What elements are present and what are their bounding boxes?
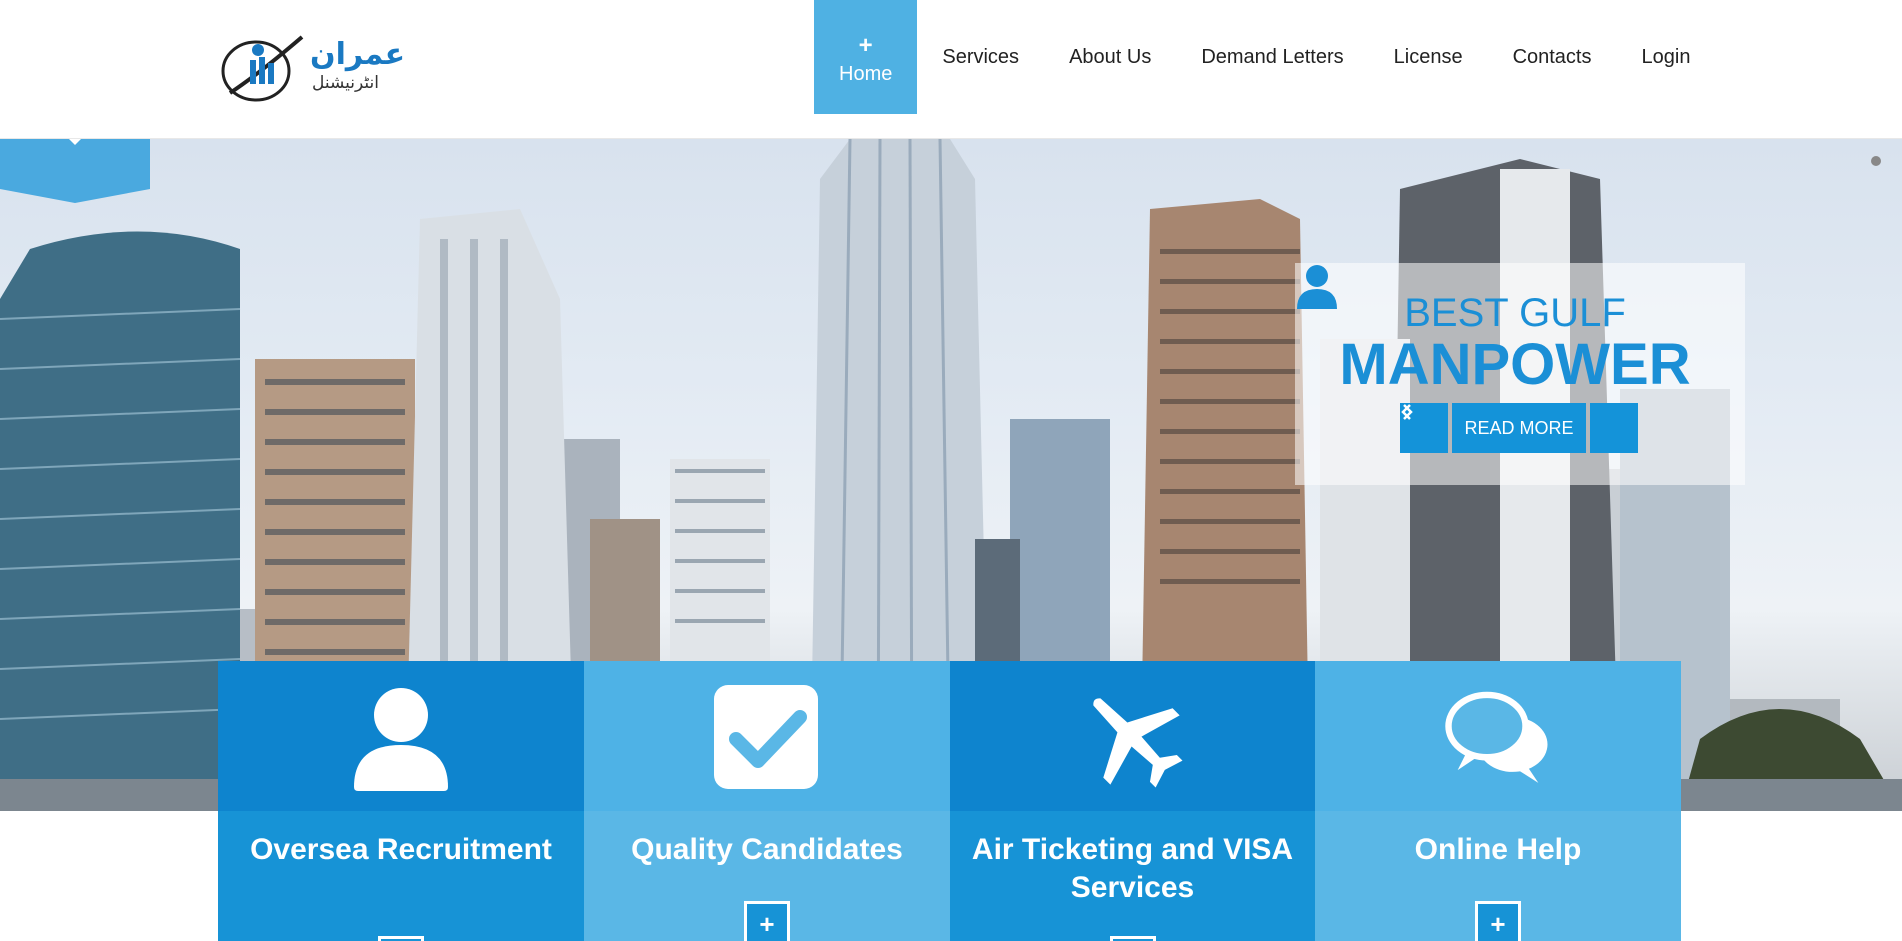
feature-card-oversea-recruitment[interactable]: Oversea Recruitment + (218, 661, 584, 941)
nav-item-license[interactable]: License (1369, 0, 1488, 114)
chat-bubbles-icon (1445, 691, 1548, 783)
logo-emblem-icon (221, 35, 304, 102)
user-icon (354, 688, 448, 791)
checkmark-icon (714, 685, 818, 789)
slide-caption: BEST GULF MANPOWER READ MORE (1295, 263, 1745, 485)
caption-title: MANPOWER (1339, 332, 1691, 397)
chevron-right-icon (1403, 404, 1413, 420)
site-header: عمران انٹرنیشنل + Home Services About Us… (0, 0, 1902, 139)
plus-icon: + (858, 31, 873, 59)
slider-pagination-dot[interactable] (1871, 156, 1881, 166)
caption-subtitle: BEST GULF (1404, 291, 1626, 335)
feature-expand-button[interactable]: + (1109, 936, 1156, 941)
feature-title: Online Help (1414, 833, 1582, 866)
nav-item-label: Login (1641, 45, 1691, 68)
main-nav: + Home Services About Us Demand Letters … (814, 0, 1715, 114)
nav-item-contacts[interactable]: Contacts (1488, 0, 1617, 114)
slider-controls: READ MORE (1400, 403, 1638, 453)
nav-item-label: Home (839, 62, 893, 85)
feature-title: Oversea Recruitment (250, 833, 552, 866)
airplane-icon (1092, 698, 1182, 788)
feature-expand-button[interactable]: + (744, 901, 790, 941)
feature-card-air-ticketing[interactable]: Air Ticketing and VISA Services + (950, 661, 1315, 941)
feature-title: Air Ticketing and VISA Services (971, 833, 1294, 904)
logo-tagline: انٹرنیشنل (312, 73, 379, 93)
nav-item-login[interactable]: Login (1617, 0, 1716, 114)
logo-name: عمران (310, 37, 406, 72)
nav-item-label: Services (942, 45, 1020, 68)
nav-item-label: About Us (1069, 45, 1152, 68)
nav-item-label: Contacts (1512, 45, 1592, 68)
site-logo[interactable]: عمران انٹرنیشنل (220, 33, 465, 105)
feature-expand-button[interactable]: + (378, 936, 424, 941)
nav-item-about-us[interactable]: About Us (1044, 0, 1176, 114)
read-more-button[interactable]: READ MORE (1452, 403, 1586, 453)
features-row: Oversea Recruitment + Quality Candidates… (218, 661, 1681, 941)
nav-item-services[interactable]: Services (917, 0, 1044, 114)
feature-expand-button[interactable]: + (1475, 901, 1521, 941)
nav-item-label: License (1393, 45, 1463, 68)
feature-card-quality-candidates[interactable]: Quality Candidates + (584, 661, 950, 941)
feature-title: Quality Candidates (631, 833, 903, 866)
next-slide-button[interactable] (1403, 403, 1638, 453)
nav-item-demand-letters[interactable]: Demand Letters (1176, 0, 1368, 114)
slider-ribbon (0, 139, 150, 203)
feature-card-online-help[interactable]: Online Help + (1315, 661, 1681, 941)
nav-item-label: Demand Letters (1201, 45, 1344, 68)
nav-item-home[interactable]: + Home (814, 0, 918, 114)
